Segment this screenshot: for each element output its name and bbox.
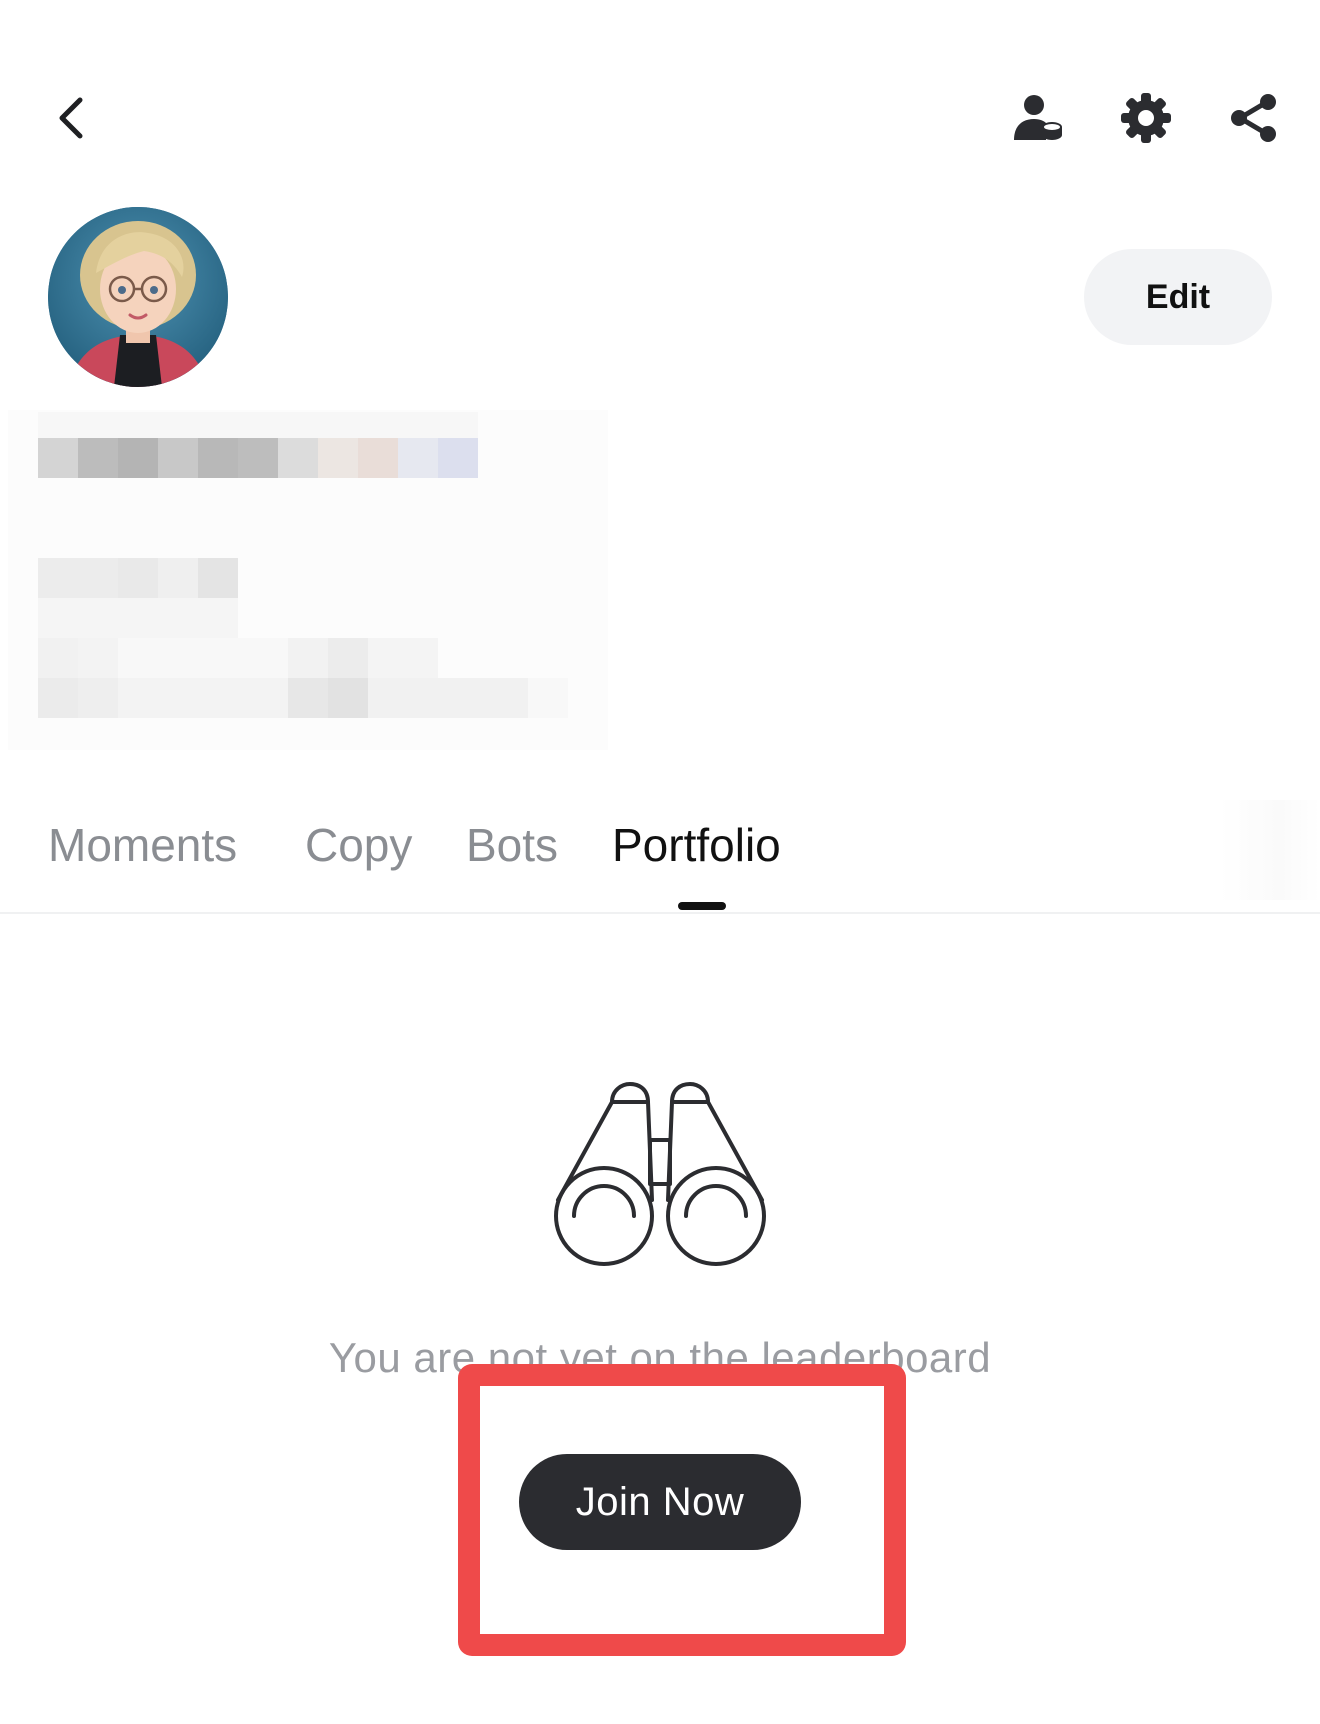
settings-button[interactable] [1102, 74, 1190, 162]
active-tab-indicator [678, 902, 726, 910]
user-coin-icon [1014, 95, 1062, 140]
avatar[interactable] [48, 207, 228, 387]
share-icon [1231, 94, 1276, 142]
edit-profile-button[interactable]: Edit [1084, 249, 1272, 345]
tab-bots[interactable]: Bots [466, 818, 558, 872]
avatar-image [48, 207, 228, 387]
profile-tabs: Moments Copy Bots Portfolio [0, 800, 1320, 912]
redacted-profile-info [8, 410, 608, 750]
tabs-scroll-fade [1220, 800, 1320, 900]
tabs-divider [0, 912, 1320, 914]
share-button[interactable] [1210, 74, 1298, 162]
tab-moments[interactable]: Moments [48, 818, 237, 872]
binoculars-icon [554, 1082, 766, 1266]
tab-copy[interactable]: Copy [305, 818, 412, 872]
chevron-left-icon [59, 97, 83, 139]
tab-portfolio[interactable]: Portfolio [612, 818, 781, 872]
gear-icon [1121, 93, 1171, 143]
highlight-annotation-box [458, 1364, 906, 1656]
user-coin-button[interactable] [994, 74, 1082, 162]
back-button[interactable] [28, 74, 116, 162]
